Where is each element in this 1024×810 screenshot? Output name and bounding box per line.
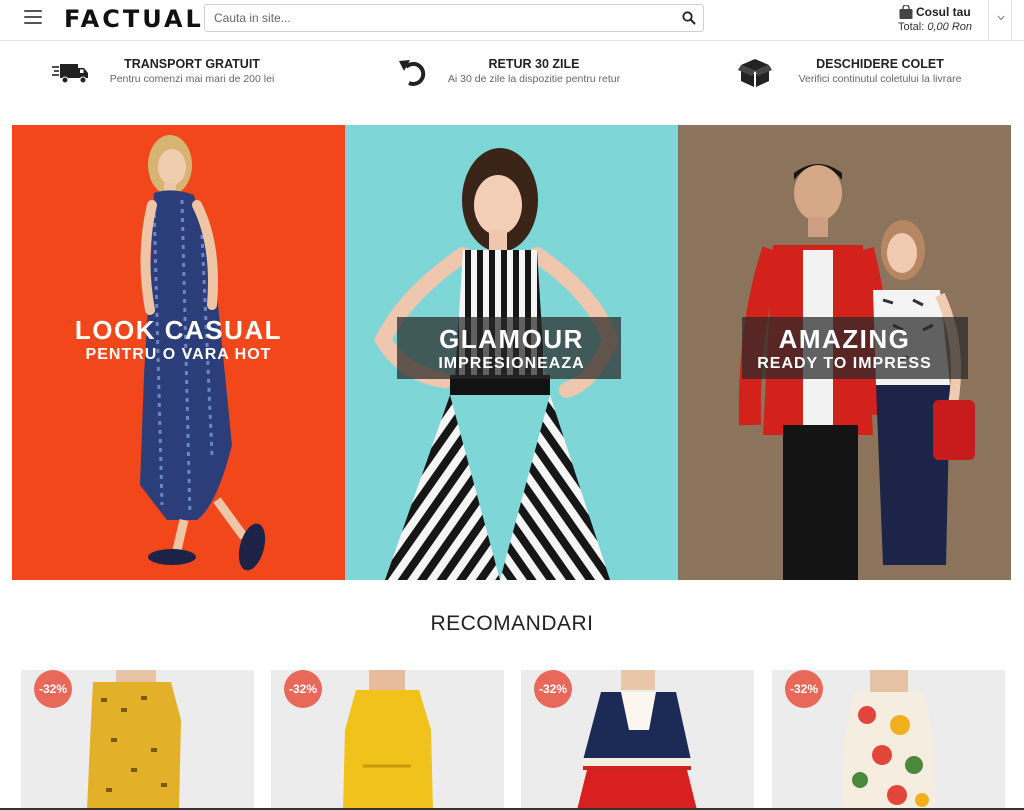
banner-caption: LOOK CASUAL PENTRU O VARA HOT [12, 315, 345, 365]
feature-subtitle: Verifici continutul coletului la livrare [798, 73, 962, 85]
feature-open-package: DESCHIDERE COLET Verifici continutul col… [738, 55, 978, 95]
product-card[interactable]: -32% [21, 670, 254, 810]
chevron-down-icon [997, 15, 1005, 21]
shopping-bag-icon [899, 5, 913, 19]
cart-total-value: 0,00 Ron [927, 21, 973, 33]
site-logo[interactable]: FACTUAL [64, 5, 204, 33]
feature-title: TRANSPORT GRATUIT [124, 57, 260, 71]
cart-dropdown-toggle[interactable] [988, 0, 1012, 41]
feature-title: RETUR 30 ZILE [488, 57, 580, 71]
banner-caption: GLAMOUR IMPRESIONEAZA [345, 324, 678, 374]
banner-subtitle: PENTRU O VARA HOT [85, 346, 272, 363]
menu-icon[interactable] [24, 10, 42, 26]
search-icon[interactable] [681, 10, 697, 26]
section-title-recommendations: RECOMANDARI [430, 612, 594, 635]
cart-widget[interactable]: Cosul tau Total: 0,00 Ron [894, 4, 988, 38]
feature-subtitle: Ai 30 de zile la dispozitie pentru retur [447, 73, 621, 85]
banner-look-casual[interactable]: LOOK CASUAL PENTRU O VARA HOT [12, 125, 345, 580]
banner-title: LOOK CASUAL [74, 315, 283, 345]
discount-badge: -32% [785, 670, 823, 708]
product-card[interactable]: -32% [271, 670, 504, 810]
search-bar [204, 4, 704, 32]
banner-subtitle: IMPRESIONEAZA [438, 355, 585, 372]
banner-glamour[interactable]: GLAMOUR IMPRESIONEAZA [345, 125, 678, 580]
discount-badge: -32% [284, 670, 322, 708]
site-header: FACTUAL Cosul tau Total: 0,00 Ron [0, 0, 1024, 41]
banner-title: AMAZING [778, 324, 911, 354]
banner-caption: AMAZING READY TO IMPRESS [678, 324, 1011, 374]
cart-total: Total: 0,00 Ron [898, 21, 972, 33]
search-input[interactable] [205, 5, 665, 31]
discount-badge: -32% [34, 670, 72, 708]
feature-return: RETUR 30 ZILE Ai 30 de zile la dispoziti… [396, 55, 636, 95]
feature-free-shipping: TRANSPORT GRATUIT Pentru comenzi mai mar… [52, 55, 292, 95]
product-card[interactable]: -32% [772, 670, 1005, 810]
truck-icon [52, 64, 88, 84]
cart-title: Cosul tau [916, 5, 971, 19]
cart-total-label: Total: [898, 21, 925, 33]
discount-badge: -32% [534, 670, 572, 708]
return-arrow-icon [399, 60, 426, 86]
feature-title: DESCHIDERE COLET [816, 57, 944, 71]
banner-title: GLAMOUR [439, 324, 584, 354]
feature-subtitle: Pentru comenzi mai mari de 200 lei [109, 73, 275, 85]
product-card[interactable]: -32% [521, 670, 754, 810]
banner-subtitle: READY TO IMPRESS [757, 355, 932, 372]
open-box-icon [738, 59, 772, 87]
banner-amazing[interactable]: AMAZING READY TO IMPRESS [678, 125, 1011, 580]
